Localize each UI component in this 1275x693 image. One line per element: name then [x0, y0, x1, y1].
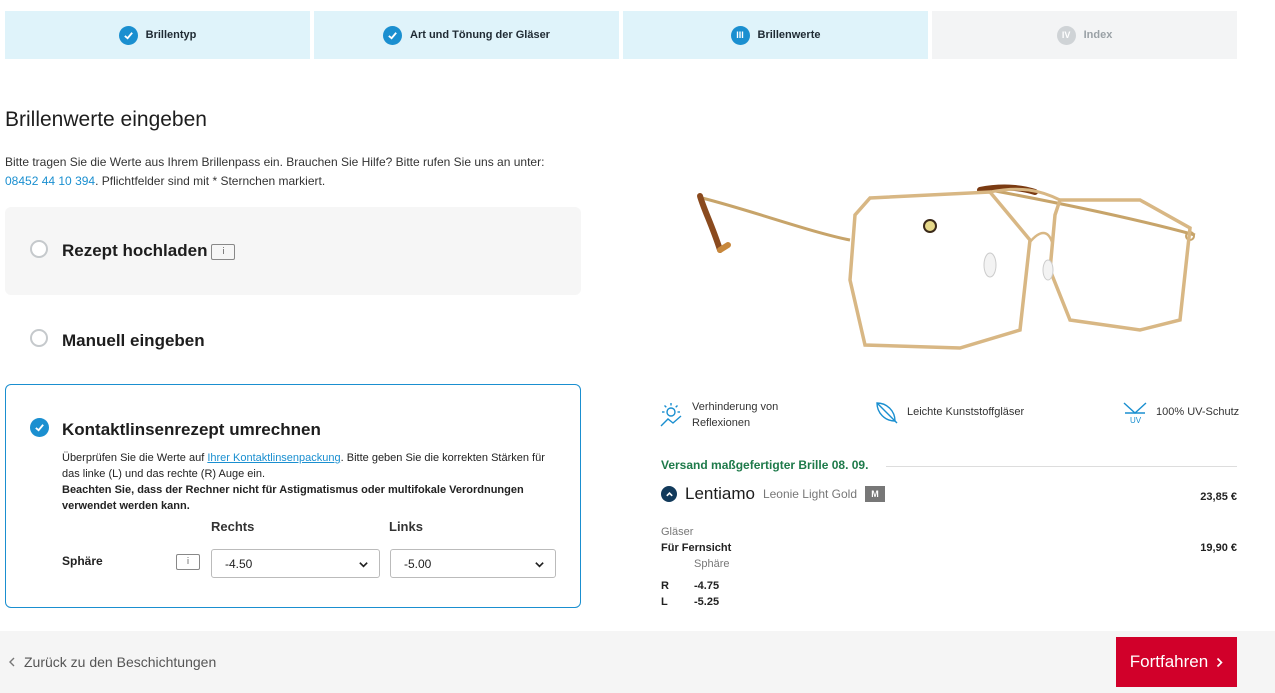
option-contact-lens-convert[interactable]: Kontaktlinsenrezept umrechnen Überprüfen…: [5, 384, 581, 608]
divider: [886, 466, 1237, 467]
sphere-header: Sphäre: [694, 558, 730, 570]
back-label: Zurück zu den Beschichtungen: [24, 654, 217, 670]
product-price: 23,85 €: [1200, 491, 1237, 503]
chevron-down-icon: [535, 562, 544, 568]
check-icon: [118, 25, 138, 45]
page-title: Brillenwerte eingeben: [5, 108, 207, 131]
feature-uv: UV 100% UV-Schutz: [1122, 399, 1239, 425]
step-brillentyp[interactable]: Brillentyp: [5, 11, 310, 59]
intro-text-part1: Bitte tragen Sie die Werte aus Ihrem Bri…: [5, 155, 545, 169]
svg-text:UV: UV: [1130, 416, 1142, 425]
intro-text-part2: . Pflichtfelder sind mit * Sternchen mar…: [95, 174, 326, 188]
info-icon[interactable]: i: [176, 554, 200, 570]
intro-text: Bitte tragen Sie die Werte aus Ihrem Bri…: [5, 153, 585, 191]
sun-reflection-icon: [660, 403, 682, 427]
step-label: Index: [1083, 29, 1113, 41]
radio-manual[interactable]: [30, 329, 48, 347]
column-header-right: Rechts: [211, 519, 255, 534]
product-glasses-image: [697, 184, 1196, 350]
feature-label: Leichte Kunststoffgläser: [907, 406, 1025, 418]
chevron-right-icon: [1217, 657, 1223, 667]
check-icon: [35, 424, 44, 432]
check-icon: [383, 25, 403, 45]
step-label: Brillenwerte: [757, 29, 821, 41]
progress-stepper: Brillentyp Art und Tönung der Gläser III…: [5, 11, 1237, 59]
step-label: Brillentyp: [145, 29, 197, 41]
sphere-label: Sphäre: [62, 554, 103, 568]
feature-label: 100% UV-Schutz: [1156, 406, 1240, 418]
phone-link[interactable]: 08452 44 10 394: [5, 174, 95, 188]
chevron-left-icon: [9, 657, 15, 667]
lens-price: 19,90 €: [1200, 542, 1237, 554]
eye-r-value: -4.75: [694, 580, 720, 592]
sphere-right-value: -4.50: [225, 556, 253, 571]
contact-instructions: Überprüfen Sie die Werte auf Ihrer Konta…: [62, 450, 557, 514]
shipping-date: Versand maßgefertigter Brille 08. 09.: [661, 458, 869, 472]
chevron-up-icon[interactable]: [661, 486, 677, 502]
option-upload-label: Rezept hochladen: [62, 241, 208, 260]
sphere-left-select[interactable]: -5.00: [390, 549, 556, 578]
product-model: Leonie Light Gold: [762, 487, 858, 501]
step-index: IV Index: [932, 11, 1237, 59]
feature-reflection: Verhinderung von Reflexionen: [658, 399, 792, 431]
feature-lightweight: Leichte Kunststoffgläser: [873, 399, 1024, 425]
radio-upload[interactable]: [30, 240, 48, 258]
step-label: Art und Tönung der Gläser: [410, 29, 550, 41]
sphere-left-value: -5.00: [404, 556, 432, 571]
option-manual-label: Manuell eingeben: [62, 331, 205, 350]
info-icon[interactable]: i: [211, 243, 236, 260]
step-brillenwerte: III Brillenwerte: [623, 11, 928, 59]
option-contact-label: Kontaktlinsenrezept umrechnen: [62, 420, 321, 439]
feather-icon: [876, 402, 898, 424]
continue-label: Fortfahren: [1129, 652, 1209, 671]
contact-lens-package-link[interactable]: Ihrer Kontaktlinsenpackung: [207, 452, 340, 464]
step-number-badge: IV: [1056, 25, 1076, 45]
product-summary-header[interactable]: Lentiamo Leonie Light Gold M: [661, 484, 886, 504]
feature-label: Verhinderung von Reflexionen: [692, 401, 779, 429]
option-manual-entry[interactable]: Manuell eingeben: [5, 297, 581, 382]
lenses-label: Gläser: [661, 526, 694, 538]
contact-text-part1: Überprüfen Sie die Werte auf: [62, 452, 208, 464]
back-link[interactable]: Zurück zu den Beschichtungen: [8, 654, 216, 670]
lens-type: Für Fernsicht: [661, 542, 732, 554]
step-art-und-toenung[interactable]: Art und Tönung der Gläser: [314, 11, 619, 59]
chevron-down-icon: [359, 562, 368, 568]
uv-icon: UV: [1123, 402, 1147, 425]
radio-contact-checked[interactable]: [30, 418, 49, 437]
footer-bar: Zurück zu den Beschichtungen Fortfahren: [0, 631, 1275, 693]
product-brand: Lentiamo: [685, 484, 755, 503]
eye-l-label: L: [661, 596, 668, 608]
continue-button[interactable]: Fortfahren: [1116, 637, 1237, 687]
contact-warning: Beachten Sie, dass der Rechner nicht für…: [62, 484, 524, 512]
step-number-badge: III: [730, 25, 750, 45]
size-badge: M: [865, 486, 886, 502]
eye-r-label: R: [661, 580, 669, 592]
eye-l-value: -5.25: [694, 596, 720, 608]
sphere-right-select[interactable]: -4.50: [211, 549, 380, 578]
option-upload-prescription[interactable]: Rezept hochladen i: [5, 207, 581, 295]
column-header-left: Links: [389, 519, 423, 534]
